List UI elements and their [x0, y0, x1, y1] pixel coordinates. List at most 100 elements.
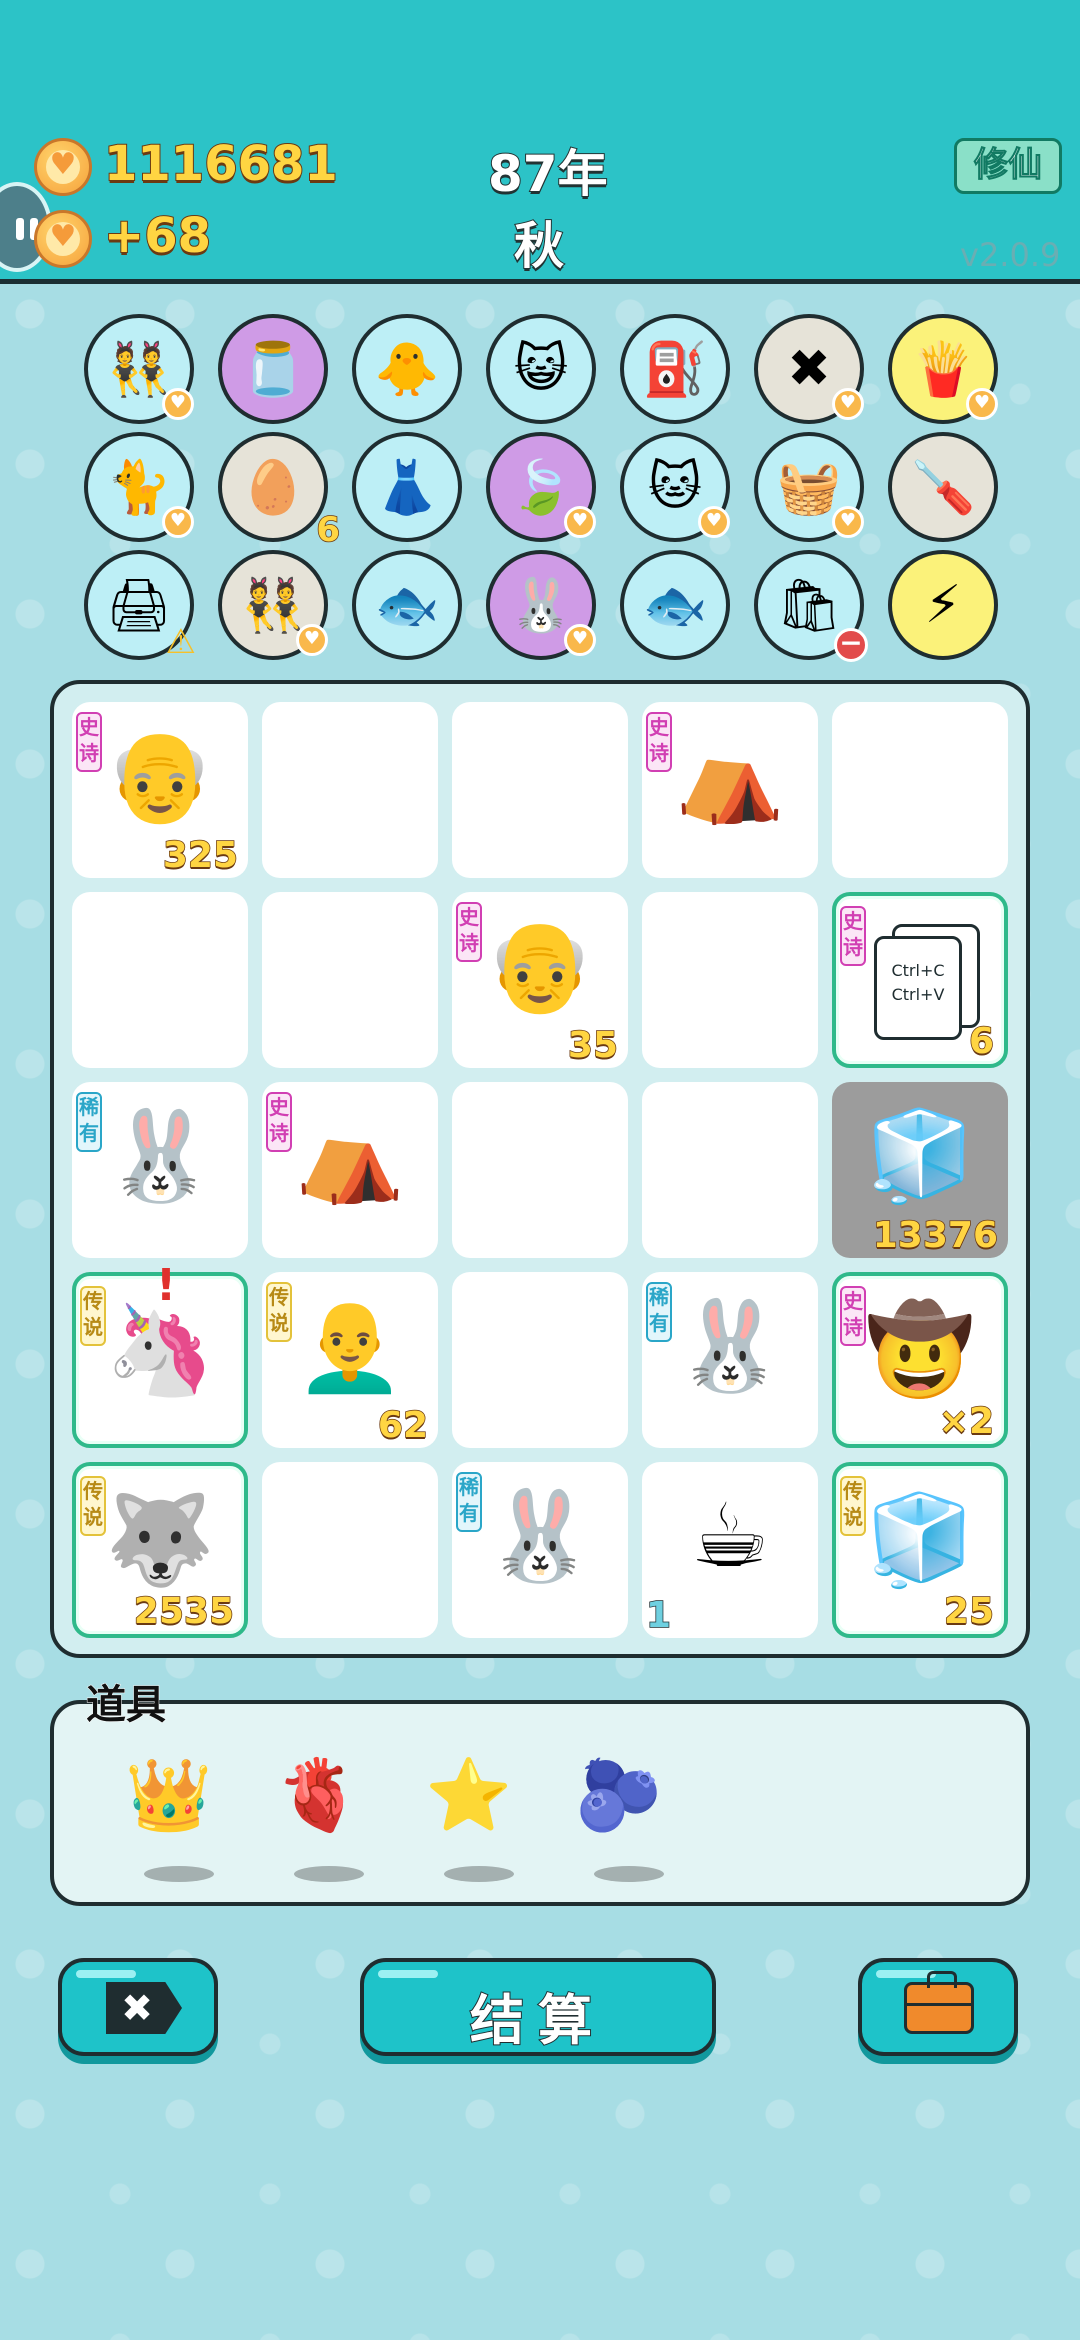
settle-button[interactable]: 结算	[360, 1958, 716, 2056]
empty-board-cell[interactable]	[642, 1082, 818, 1258]
egg-tray-item[interactable]: 🥚 6	[218, 432, 341, 551]
board-cell[interactable]: 传说 🦄!	[72, 1260, 248, 1448]
heart-badge-icon: ♥	[162, 506, 194, 538]
cell-character-icon: 🧊	[865, 1488, 975, 1591]
twin-girls-item-2-icon: 👯	[240, 575, 306, 636]
coin-icon	[34, 138, 92, 196]
jar-item-icon: 🫙	[240, 339, 306, 400]
prop-shadow	[444, 1866, 514, 1882]
cell-value: 2535	[133, 1590, 235, 1633]
fishbowl-item-2[interactable]: 🐟	[620, 550, 730, 660]
skirt-item[interactable]: 👗	[352, 432, 462, 542]
skirt-item-icon: 👗	[374, 457, 440, 518]
ctrl-v-label: Ctrl+V	[891, 985, 945, 1004]
coin-total: 1116681	[103, 135, 339, 193]
fishbowl-item[interactable]: 🐟	[352, 550, 462, 660]
board-cell[interactable]: 史诗 ⛺	[262, 1082, 438, 1258]
empty-board-cell[interactable]	[262, 702, 438, 878]
coin-delta-icon	[34, 210, 92, 268]
game-board: 史诗 👴 325 史诗 ⛺ 史诗 👴 35 史诗 Ctrl+C Ctrl+V 6 稀有 🐰 史诗 ⛺ 🧊 1337…	[50, 680, 1030, 1658]
bunny-item[interactable]: 🐰 ♥	[486, 550, 596, 660]
board-cell[interactable]: 史诗 👴 325	[72, 702, 248, 878]
board-cell[interactable]: 传说 👨‍🦲 62	[262, 1272, 438, 1448]
lightning-item-icon: ⚡	[924, 575, 962, 635]
board-cell[interactable]: 史诗 ⛺	[642, 702, 818, 878]
board-cell[interactable]: 稀有 🐰	[72, 1082, 248, 1258]
empty-board-cell[interactable]	[452, 702, 628, 878]
cell-value: 325	[162, 834, 239, 877]
alert-exclamation-icon: !	[156, 1260, 177, 1311]
cool-cat-item[interactable]: 😺	[486, 314, 596, 424]
gray-cat-item[interactable]: 🐈 ♥	[84, 432, 194, 542]
year-label: 87年	[487, 144, 609, 204]
warning-icon: ⚠	[165, 622, 196, 662]
screwdriver-item[interactable]: 🪛	[888, 432, 998, 542]
heart-badge-icon: ♥	[832, 506, 864, 538]
prop-shadow	[594, 1866, 664, 1882]
twin-girls-item[interactable]: 👯 ♥	[84, 314, 194, 424]
cell-counter: 1	[645, 1594, 672, 1637]
blueberry-prop[interactable]: 🫐	[564, 1754, 674, 1882]
board-cell[interactable]: 史诗 👴 35	[452, 892, 628, 1068]
printer-item-icon: 🖨	[105, 575, 172, 636]
prop-shadow	[144, 1866, 214, 1882]
board-cell[interactable]: ☕ 1	[642, 1462, 818, 1638]
cell-character-icon: 🧊	[865, 1104, 975, 1207]
fruit-basket-item[interactable]: 🧺 ♥	[754, 432, 864, 542]
cell-character-icon: 🦄	[105, 1298, 215, 1401]
briefcase-icon	[904, 1971, 974, 2034]
cell-character-icon: 🐰	[675, 1294, 785, 1397]
board-cell[interactable]: 稀有 🐰	[642, 1272, 818, 1448]
twin-girls-item-2[interactable]: 👯 ♥	[218, 550, 328, 660]
star-prop[interactable]: ⭐	[414, 1754, 524, 1882]
chick-egg-item[interactable]: 🐥	[352, 314, 462, 424]
empty-board-cell[interactable]	[262, 1462, 438, 1638]
fishbowl-item-icon: 🐟	[374, 575, 440, 636]
fries-item[interactable]: 🍟 ♥	[888, 314, 998, 424]
empty-board-cell[interactable]	[262, 892, 438, 1068]
close-tag-icon: ✖	[106, 1982, 182, 2034]
discard-button[interactable]: ✖	[58, 1958, 218, 2056]
leaf-item-icon: 🍃	[508, 457, 574, 518]
fruit-basket-item-icon: 🧺	[776, 457, 842, 518]
leaf-item[interactable]: 🍃 ♥	[486, 432, 596, 542]
cell-character-icon: 🐰	[105, 1104, 215, 1207]
delete-tag-item[interactable]: ✖ ♥	[754, 314, 864, 424]
bag-button[interactable]	[858, 1958, 1018, 2056]
trash-bag-item-icon: 🛍	[775, 575, 842, 636]
fries-item-icon: 🍟	[910, 339, 976, 400]
empty-board-cell[interactable]	[452, 1082, 628, 1258]
board-cell[interactable]: 史诗 Ctrl+C Ctrl+V 6	[832, 892, 1008, 1068]
bunny-item-icon: 🐰	[508, 575, 574, 636]
empty-board-cell[interactable]	[72, 892, 248, 1068]
board-cell[interactable]: 史诗 🤠 ×2	[832, 1272, 1008, 1448]
cat-back-item[interactable]: 🐱 ♥	[620, 432, 730, 542]
liver-prop[interactable]: 🫀	[264, 1754, 374, 1882]
trash-bag-item[interactable]: 🛍 −	[754, 550, 868, 662]
empty-board-cell[interactable]	[832, 702, 1008, 878]
screwdriver-item-icon: 🪛	[910, 457, 976, 518]
empty-board-cell[interactable]	[642, 892, 818, 1068]
copy-paste-card-icon: Ctrl+C Ctrl+V	[874, 936, 962, 1040]
version-label: v2.0.9	[960, 236, 1061, 274]
heart-badge-icon: ♥	[698, 506, 730, 538]
printer-item[interactable]: 🖨 ⚠	[84, 550, 196, 662]
crown-prop[interactable]: 👑	[114, 1754, 224, 1882]
cell-character-icon: 👴	[485, 914, 595, 1017]
heart-badge-icon: ♥	[296, 624, 328, 656]
board-cell[interactable]: 传说 🐺 2535	[72, 1462, 248, 1638]
board-cell[interactable]: 传说 🧊 25	[832, 1462, 1008, 1638]
liver-prop-icon: 🫀	[275, 1754, 363, 1836]
pump-item[interactable]: ⛽	[620, 314, 730, 424]
delete-tag-item-icon: ✖	[787, 339, 831, 399]
jar-item[interactable]: 🫙	[218, 314, 328, 424]
star-prop-icon: ⭐	[425, 1754, 513, 1836]
xiuxian-button[interactable]: 修仙	[954, 138, 1062, 194]
board-cell[interactable]: 稀有 🐰	[452, 1462, 628, 1638]
cell-value: 13376	[872, 1214, 999, 1257]
heart-badge-icon: ♥	[832, 388, 864, 420]
lightning-item[interactable]: ⚡	[888, 550, 998, 660]
board-cell[interactable]: 🧊 13376	[832, 1082, 1008, 1258]
blueberry-prop-icon: 🫐	[575, 1754, 663, 1836]
empty-board-cell[interactable]	[452, 1272, 628, 1448]
